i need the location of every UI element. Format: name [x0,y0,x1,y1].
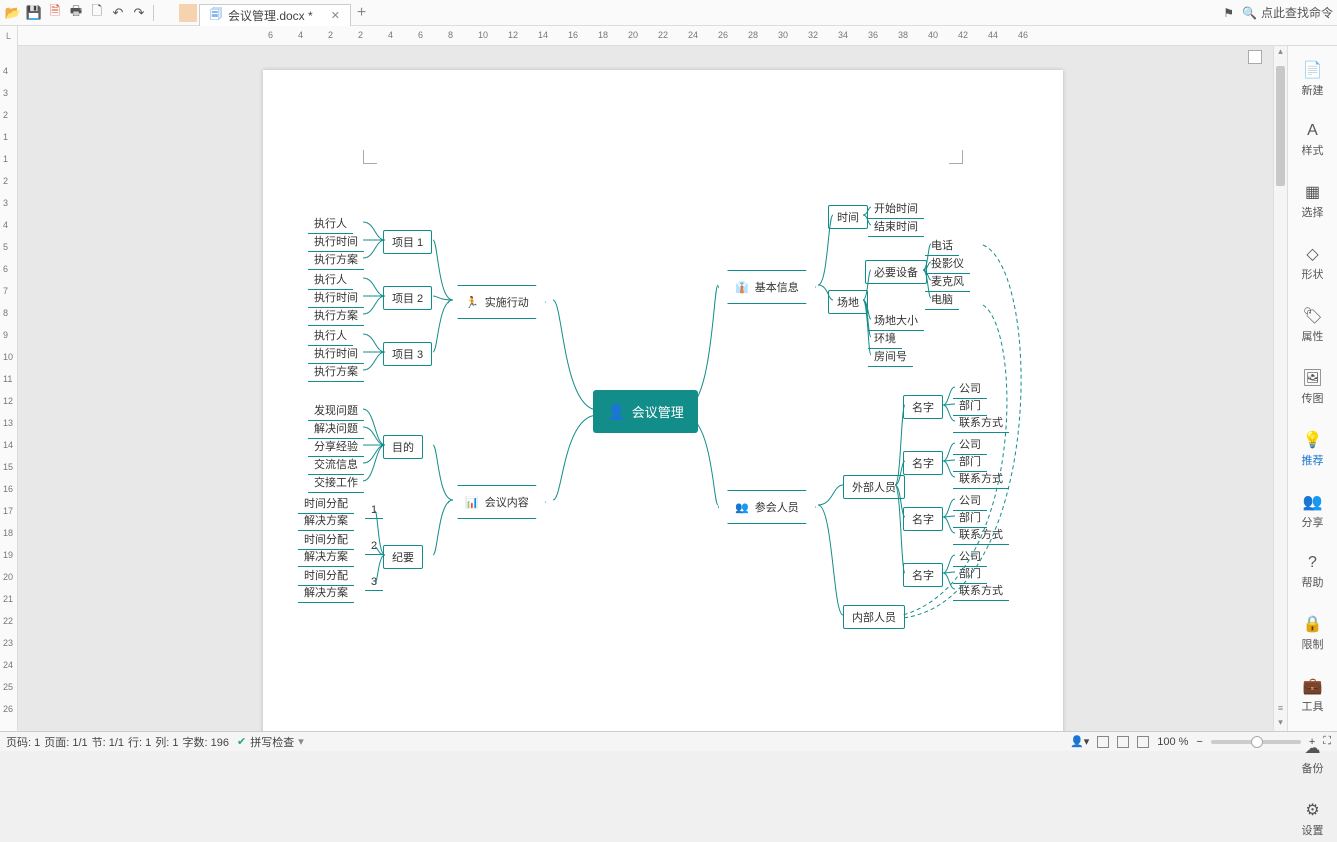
sp-label: 备份 [1302,760,1324,776]
zoom-level[interactable]: 100 % [1157,736,1188,748]
sp-icon: 💼 [1303,676,1323,696]
status-words[interactable]: 字数: 196 [183,734,229,750]
open-icon[interactable]: 📂 [4,4,22,22]
vertical-scrollbar[interactable]: ▴ ≡ ▾ [1273,46,1287,731]
scroll-thumb[interactable] [1276,66,1285,186]
document-tab[interactable]: 🗐 会议管理.docx * ✕ [199,4,351,26]
sidepanel-帮助[interactable]: ? 帮助 [1288,550,1337,594]
scroll-down-icon[interactable]: ▾ [1274,717,1287,731]
save-icon[interactable]: 💾 [25,4,43,22]
sp-icon: ⚙ [1305,800,1319,820]
sp-label: 推荐 [1302,452,1324,468]
sidepanel-限制[interactable]: 🔒 限制 [1288,610,1337,656]
save-as-icon[interactable]: 🗎 [46,4,64,22]
sp-label: 工具 [1302,698,1324,714]
sp-label: 新建 [1302,82,1324,98]
spellcheck-icon: ✔ [237,735,246,748]
mindmap-diagram: 👤 会议管理🏃 实施行动项目 1执行人执行时间执行方案项目 2执行人执行时间执行… [263,70,1063,731]
status-row[interactable]: 行: 1 [128,734,151,750]
main-toolbar: 📂 💾 🗎 🖶 🗋 ↶ ↷ 🗐 会议管理.docx * ✕ + ⚑ 🔍 点此查找… [0,0,1337,26]
search-placeholder: 点此查找命令 [1261,4,1333,21]
zoom-out-icon[interactable]: − [1196,736,1202,748]
scroll-menu-icon[interactable]: ≡ [1274,703,1287,717]
scroll-up-icon[interactable]: ▴ [1274,46,1287,60]
sp-icon: ▦ [1305,182,1320,202]
sidepanel-属性[interactable]: 🏷 属性 [1288,302,1337,348]
flag-icon[interactable]: ⚑ [1223,6,1234,20]
tab-color-marker [179,4,197,22]
ruler-corner[interactable]: L [0,26,18,46]
document-canvas[interactable]: 👤 会议管理🏃 实施行动项目 1执行人执行时间执行方案项目 2执行人执行时间执行… [18,46,1273,731]
sp-icon: 👥 [1303,492,1323,512]
zoom-in-icon[interactable]: + [1309,736,1315,748]
sp-label: 传图 [1302,390,1324,406]
sidepanel-选择[interactable]: ▦ 选择 [1288,178,1337,224]
tab-bar: 🗐 会议管理.docx * ✕ + [179,0,1220,26]
sidepanel-新建[interactable]: 📄 新建 [1288,56,1337,102]
horizontal-ruler: L 64224681012141618202224262830323436384… [0,26,1337,46]
fullscreen-icon[interactable]: ⛶ [1323,735,1331,748]
sidepanel-推荐[interactable]: 💡 推荐 [1288,426,1337,472]
search-icon: 🔍 [1242,6,1257,20]
page-tools [1248,48,1262,66]
status-section[interactable]: 节: 1/1 [92,734,124,750]
status-spell[interactable]: 拼写检查 [250,734,294,750]
close-tab-icon[interactable]: ✕ [331,9,340,22]
vertical-ruler: 4321123456789101112131415161718192021222… [0,46,18,731]
spell-dropdown-icon[interactable]: ▾ [298,735,304,748]
user-icon[interactable]: 👤▾ [1070,735,1089,748]
sp-label: 属性 [1302,328,1324,344]
status-col[interactable]: 列: 1 [155,734,178,750]
sp-icon: 💡 [1303,430,1323,450]
page-tool-1[interactable] [1248,50,1262,64]
view-mode-3[interactable] [1137,736,1149,748]
status-page[interactable]: 页码: 1 [6,734,40,750]
sp-label: 分享 [1302,514,1324,530]
sidepanel-传图[interactable]: 🖼 传图 [1288,364,1337,410]
sidepanel-形状[interactable]: ◇ 形状 [1288,240,1337,286]
sp-label: 帮助 [1302,574,1324,590]
sp-icon: 🔒 [1303,614,1323,634]
sp-icon: 📄 [1303,60,1323,80]
view-mode-2[interactable] [1117,736,1129,748]
sidepanel-分享[interactable]: 👥 分享 [1288,488,1337,534]
document-page: 👤 会议管理🏃 实施行动项目 1执行人执行时间执行方案项目 2执行人执行时间执行… [263,70,1063,731]
undo-icon[interactable]: ↶ [109,4,127,22]
sp-icon: ◇ [1306,244,1318,264]
side-panel: 📄新建A样式▦选择◇形状🏷属性🖼传图💡推荐👥分享?帮助🔒限制💼工具☁备份⚙设置 [1287,46,1337,731]
sp-icon: A [1307,122,1318,140]
sp-label: 形状 [1302,266,1324,282]
doc-icon: 🗐 [210,5,222,26]
sidepanel-工具[interactable]: 💼 工具 [1288,672,1337,718]
command-search[interactable]: 🔍 点此查找命令 [1242,4,1333,21]
status-bar: 页码: 1 页面: 1/1 节: 1/1 行: 1 列: 1 字数: 196 ✔… [0,731,1337,751]
sp-icon: 🏷 [1302,306,1322,326]
sidepanel-设置[interactable]: ⚙ 设置 [1288,796,1337,842]
sp-label: 设置 [1302,822,1324,838]
view-mode-1[interactable] [1097,736,1109,748]
sp-label: 选择 [1302,204,1324,220]
sp-label: 样式 [1302,142,1324,158]
zoom-slider[interactable] [1211,740,1301,744]
redo-icon[interactable]: ↷ [130,4,148,22]
sp-icon: 🖼 [1302,368,1322,388]
add-tab-button[interactable]: + [357,4,366,22]
print-icon[interactable]: 🖶 [67,4,85,22]
preview-icon[interactable]: 🗋 [88,4,106,22]
sidepanel-样式[interactable]: A 样式 [1288,118,1337,162]
tab-title: 会议管理.docx * [228,7,313,24]
sp-label: 限制 [1302,636,1324,652]
status-pageof[interactable]: 页面: 1/1 [44,734,87,750]
sp-icon: ? [1308,554,1317,572]
